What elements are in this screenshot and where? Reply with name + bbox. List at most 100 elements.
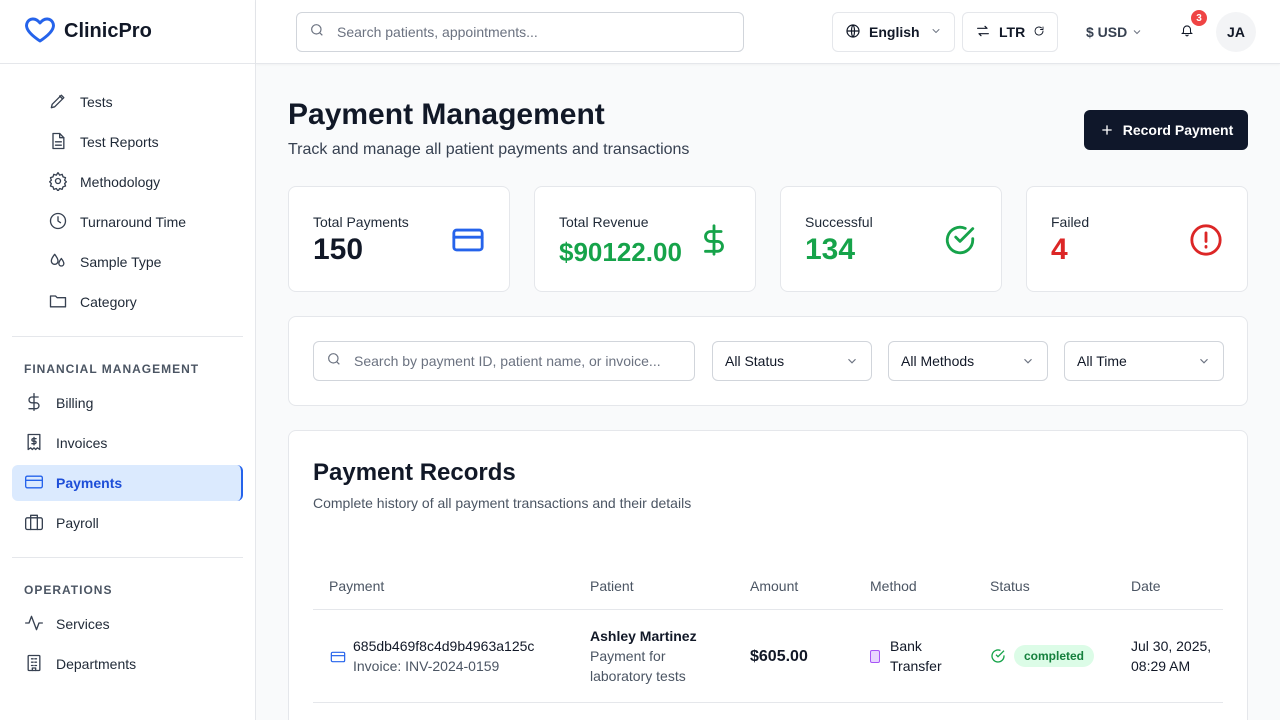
check-circle-icon — [990, 648, 1006, 664]
time-filter-value: All Time — [1077, 353, 1127, 369]
filter-panel: All Status All Methods All Time — [288, 316, 1248, 406]
method-filter-select[interactable]: All Methods — [888, 341, 1048, 381]
sidebar-item-payroll[interactable]: Payroll — [24, 505, 99, 541]
records-title: Payment Records — [313, 459, 516, 486]
sidebar-item-billing[interactable]: Billing — [24, 385, 93, 421]
table-header-divider — [313, 609, 1223, 610]
chevron-down-icon — [1131, 26, 1143, 38]
column-header-method[interactable]: Method — [870, 578, 917, 594]
check-circle-icon — [943, 223, 977, 257]
brand[interactable]: ClinicPro — [0, 0, 255, 64]
global-search-input[interactable] — [337, 24, 717, 40]
refresh-icon — [1033, 24, 1045, 40]
column-header-amount[interactable]: Amount — [750, 578, 798, 594]
droplets-icon — [48, 251, 68, 274]
section-title-operations: OPERATIONS — [24, 583, 113, 597]
stat-value: 4 — [1051, 233, 1068, 266]
status-badge: completed — [1014, 645, 1095, 667]
heart-logo-icon — [24, 13, 56, 50]
patient-note: Payment for — [590, 648, 666, 664]
section-title-financial: FINANCIAL MANAGEMENT — [24, 362, 200, 376]
payment-search-input[interactable] — [354, 353, 674, 369]
sidebar-item-tests[interactable]: Tests — [48, 84, 113, 120]
sidebar-item-label: Test Reports — [80, 134, 159, 150]
plus-icon — [1099, 122, 1123, 138]
credit-card-icon — [24, 472, 44, 495]
sidebar-item-label: Departments — [56, 656, 137, 672]
sidebar-item-departments[interactable]: Departments — [24, 646, 136, 682]
payment-date: Jul 30, 2025, — [1131, 638, 1212, 654]
patient-note: laboratory tests — [590, 668, 686, 684]
payment-search[interactable] — [313, 341, 695, 381]
records-description: Complete history of all payment transact… — [313, 495, 692, 511]
currency-label: $ USD — [1086, 24, 1128, 40]
sidebar-divider — [12, 557, 243, 558]
bell-icon — [1180, 23, 1194, 42]
sidebar-item-label: Invoices — [56, 435, 108, 451]
gear-icon — [48, 171, 68, 194]
chevron-down-icon — [1197, 354, 1211, 368]
stat-label: Failed — [1051, 214, 1090, 230]
column-header-status[interactable]: Status — [990, 578, 1030, 594]
activity-icon — [24, 613, 44, 636]
building-icon — [24, 653, 44, 676]
sidebar-item-label: Methodology — [80, 174, 161, 190]
stat-card-total-revenue: Total Revenue $90122.00 — [534, 186, 756, 292]
record-payment-button[interactable]: Record Payment — [1084, 110, 1248, 150]
search-icon — [326, 351, 342, 372]
pencil-icon — [48, 91, 68, 114]
alert-circle-icon — [1189, 223, 1223, 257]
avatar[interactable]: JA — [1216, 12, 1256, 52]
briefcase-icon — [24, 512, 44, 535]
stat-label: Total Payments — [313, 214, 409, 230]
method-filter-value: All Methods — [901, 353, 975, 369]
stat-value: 134 — [805, 233, 856, 266]
notification-count-badge: 3 — [1191, 10, 1207, 26]
receipt-icon — [24, 432, 44, 455]
credit-card-icon — [330, 649, 346, 665]
stat-value: 150 — [313, 233, 364, 266]
sidebar-item-payments[interactable]: Payments — [24, 465, 122, 501]
sidebar-item-label: Turnaround Time — [80, 214, 187, 230]
column-header-date[interactable]: Date — [1131, 578, 1161, 594]
time-filter-select[interactable]: All Time — [1064, 341, 1224, 381]
sidebar-item-label: Payroll — [56, 515, 99, 531]
stat-card-total-payments: Total Payments 150 — [288, 186, 510, 292]
sidebar-item-sample-type[interactable]: Sample Type — [48, 244, 161, 280]
sidebar-item-label: Payments — [56, 475, 123, 491]
sidebar-item-label: Billing — [56, 395, 94, 411]
sidebar-divider — [12, 336, 243, 337]
sidebar-item-label: Services — [56, 616, 110, 632]
folder-icon — [48, 291, 68, 314]
payment-method: Bank — [890, 638, 922, 654]
column-header-payment[interactable]: Payment — [329, 578, 384, 594]
payment-time: 08:29 AM — [1131, 658, 1191, 674]
search-icon — [309, 22, 325, 43]
sidebar-item-turnaround-time[interactable]: Turnaround Time — [48, 204, 186, 240]
dollar-icon — [697, 223, 731, 257]
page-subtitle: Track and manage all patient payments an… — [288, 141, 690, 158]
language-select[interactable]: English — [832, 12, 955, 52]
brand-name: ClinicPro — [64, 20, 152, 42]
chevron-down-icon — [1021, 354, 1035, 368]
sidebar-item-invoices[interactable]: Invoices — [24, 425, 107, 461]
column-header-patient[interactable]: Patient — [590, 578, 634, 594]
direction-label: LTR — [999, 24, 1026, 40]
row-divider — [313, 702, 1223, 703]
sidebar-item-test-reports[interactable]: Test Reports — [48, 124, 159, 160]
currency-select[interactable]: $ USD — [1086, 20, 1143, 44]
sidebar: ClinicPro Tests Test Reports Methodology… — [0, 0, 256, 720]
sidebar-item-category[interactable]: Category — [48, 284, 137, 320]
status-filter-select[interactable]: All Status — [712, 341, 872, 381]
bank-icon — [870, 650, 880, 663]
direction-toggle[interactable]: LTR — [962, 12, 1059, 52]
sidebar-item-services[interactable]: Services — [24, 606, 110, 642]
payment-amount: $605.00 — [750, 648, 808, 665]
payment-method: Transfer — [890, 658, 942, 674]
payment-id: 685db469f8c4d9b4963a125c — [353, 638, 535, 654]
stat-label: Total Revenue — [559, 214, 649, 230]
global-search[interactable] — [296, 12, 744, 52]
stat-label: Successful — [805, 214, 873, 230]
stat-value: $90122.00 — [559, 237, 682, 267]
sidebar-item-methodology[interactable]: Methodology — [48, 164, 160, 200]
